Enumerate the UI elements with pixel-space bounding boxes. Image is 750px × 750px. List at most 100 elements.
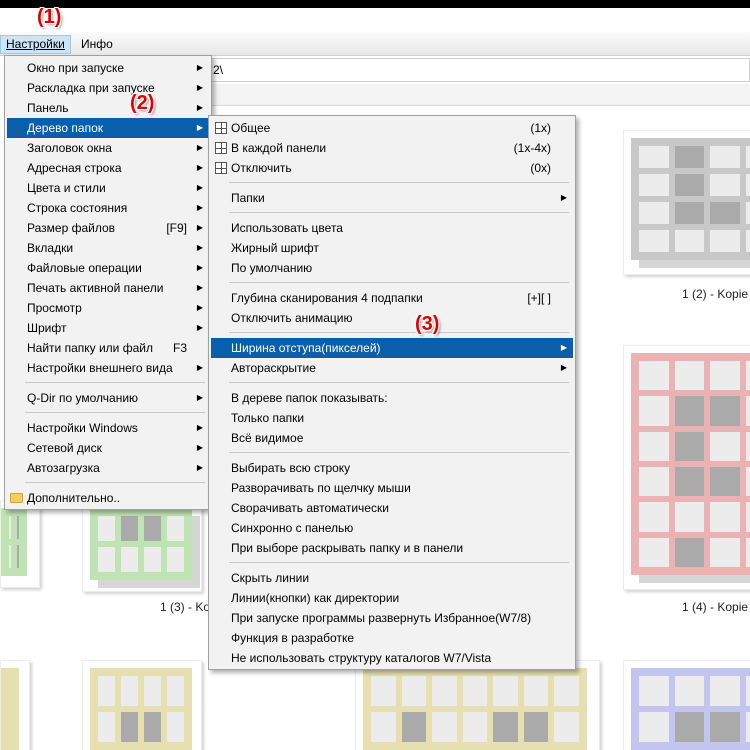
folder-tree-submenu: Общее (1x) В каждой панели (1x-4x) Отключи… — [208, 115, 576, 670]
menu-separator — [25, 412, 205, 413]
menu-item-autostart[interactable]: Автозагрузка ▶ — [7, 458, 209, 478]
menu-item-tree-general[interactable]: Общее (1x) — [211, 118, 573, 138]
menu-item-default[interactable]: По умолчанию — [211, 258, 573, 278]
menu-item-advanced[interactable]: Дополнительно.. — [7, 488, 209, 508]
menu-item-panel[interactable]: Панель ▶ — [7, 98, 209, 118]
menu-item-windows-settings[interactable]: Настройки Windows ▶ — [7, 418, 209, 438]
chevron-right-icon: ▶ — [196, 163, 203, 172]
menu-separator — [229, 562, 569, 563]
menu-separator — [25, 482, 205, 483]
menu-separator — [229, 182, 569, 183]
menu-item-all-visible[interactable]: Всё видимое — [211, 428, 573, 448]
menu-item-expand-in-panel[interactable]: При выборе раскрывать папку и в панели — [211, 538, 573, 558]
chevron-right-icon: ▶ — [196, 203, 203, 212]
menu-item-folders-only[interactable]: Только папки — [211, 408, 573, 428]
tree-panel-icon — [215, 142, 227, 154]
panel-toolbar — [200, 84, 750, 106]
chevron-right-icon: ▶ — [196, 283, 203, 292]
menu-item-expand-favorites[interactable]: При запуске программы развернуть Избранн… — [211, 608, 573, 628]
menu-info[interactable]: Инфо — [76, 35, 118, 54]
address-text: 2\ — [213, 63, 224, 77]
menu-item-address-bar[interactable]: Адресная строка ▶ — [7, 158, 209, 178]
menu-item-select-full-row[interactable]: Выбирать всю строку — [211, 458, 573, 478]
menu-item-disable-animation[interactable]: Отключить анимацию — [211, 308, 573, 328]
chevron-right-icon: ▶ — [196, 443, 203, 452]
chevron-right-icon: ▶ — [196, 223, 203, 232]
menu-item-indent-width[interactable]: Ширина отступа(пикселей) ▶ — [211, 338, 573, 358]
menu-item-appearance[interactable]: Настройки внешнего вида ▶ — [7, 358, 209, 378]
menu-item-startup-window[interactable]: Окно при запуске ▶ — [7, 58, 209, 78]
thumbnail-tile[interactable] — [0, 660, 30, 750]
chevron-right-icon: ▶ — [196, 103, 203, 112]
chevron-right-icon: ▶ — [196, 123, 203, 132]
thumbnail-tile[interactable] — [623, 345, 750, 590]
menu-item-file-size[interactable]: Размер файлов [F9] ▶ — [7, 218, 209, 238]
menu-item-find[interactable]: Найти папку или файл F3 — [7, 338, 209, 358]
menu-item-qdir-default[interactable]: Q-Dir по умолчанию ▶ — [7, 388, 209, 408]
menu-item-in-development[interactable]: Функция в разработке — [211, 628, 573, 648]
menu-item-tree-show-heading: В дереве папок показывать: — [231, 391, 388, 405]
menu-item-auto-collapse[interactable]: Сворачивать автоматически — [211, 498, 573, 518]
tree-panel-icon — [215, 122, 227, 134]
chevron-right-icon: ▶ — [196, 243, 203, 252]
menu-item-status-bar[interactable]: Строка состояния ▶ — [7, 198, 209, 218]
thumbnail-image — [363, 668, 595, 750]
menu-item-colors-styles[interactable]: Цвета и стили ▶ — [7, 178, 209, 198]
menu-item-font[interactable]: Шрифт ▶ — [7, 318, 209, 338]
menu-item-scan-depth[interactable]: Глубина сканирования 4 подпапки [+][ ] — [211, 288, 573, 308]
thumbnail-caption: 1 (2) - Kopie — [682, 287, 749, 301]
chevron-right-icon: ▶ — [560, 363, 567, 372]
settings-menu: Окно при запуске ▶ Раскладка при запуске ▶… — [4, 55, 212, 510]
chevron-right-icon: ▶ — [196, 143, 203, 152]
menu-item-network-drive[interactable]: Сетевой диск ▶ — [7, 438, 209, 458]
thumbnail-image — [90, 668, 200, 750]
menu-item-view[interactable]: Просмотр ▶ — [7, 298, 209, 318]
menu-item-folders[interactable]: Папки ▶ — [211, 188, 573, 208]
menu-item-no-w7-structure[interactable]: Не использовать структуру каталогов W7/V… — [211, 648, 573, 668]
menu-item-tree-disable[interactable]: Отключить (0x) — [211, 158, 573, 178]
thumbnail-caption: 1 (3) - Ko — [160, 600, 211, 614]
shortcut-label: [F9] — [166, 221, 187, 235]
tree-panel-icon — [215, 162, 227, 174]
menu-item-print-panel[interactable]: Печать активной панели ▶ — [7, 278, 209, 298]
menu-item-file-operations[interactable]: Файловые операции ▶ — [7, 258, 209, 278]
menu-item-tabs[interactable]: Вкладки ▶ — [7, 238, 209, 258]
menu-item-folder-tree[interactable]: Дерево папок ▶ — [7, 118, 209, 138]
menu-item-lines-as-dirs[interactable]: Линии(кнопки) как директории — [211, 588, 573, 608]
chevron-right-icon: ▶ — [196, 63, 203, 72]
thumbnail-tile[interactable] — [623, 660, 750, 750]
chevron-right-icon: ▶ — [196, 303, 203, 312]
menu-item-startup-layout[interactable]: Раскладка при запуске ▶ — [7, 78, 209, 98]
thumbnail-image — [1, 668, 27, 750]
thumbnail-tile[interactable] — [0, 500, 40, 588]
chevron-right-icon: ▶ — [196, 263, 203, 272]
thumbnail-image — [631, 668, 750, 750]
menu-item-window-title[interactable]: Заголовок окна ▶ — [7, 138, 209, 158]
shortcut-label: (0x) — [530, 161, 551, 175]
thumbnail-tile[interactable] — [82, 500, 202, 592]
shortcut-label: F3 — [172, 341, 187, 355]
menu-item-tree-each-panel[interactable]: В каждой панели (1x-4x) — [211, 138, 573, 158]
menu-settings-label: Настройки — [6, 37, 65, 51]
address-bar[interactable]: 2\ — [200, 58, 750, 82]
menu-item-sync-panel[interactable]: Синхронно с панелью — [211, 518, 573, 538]
menu-separator — [229, 212, 569, 213]
menu-item-hide-lines[interactable]: Скрыть линии — [211, 568, 573, 588]
menu-separator — [229, 452, 569, 453]
menu-item-expand-on-click[interactable]: Разворачивать по щелчку мыши — [211, 478, 573, 498]
thumbnail-tile[interactable] — [82, 660, 202, 750]
thumbnail-image — [1, 508, 35, 584]
step-annotation-3: (3) — [415, 313, 440, 335]
menu-item-bold-font[interactable]: Жирный шрифт — [211, 238, 573, 258]
top-strip — [0, 0, 750, 8]
menu-item-autoexpand[interactable]: Автораскрытие ▶ — [211, 358, 573, 378]
menu-info-label: Инфо — [81, 37, 113, 51]
menu-settings[interactable]: Настройки — [0, 35, 71, 54]
step-annotation-1: (1) — [37, 6, 62, 28]
menu-item-use-colors[interactable]: Использовать цвета — [211, 218, 573, 238]
chevron-right-icon: ▶ — [196, 393, 203, 402]
menu-separator — [229, 382, 569, 383]
thumbnail-tile[interactable] — [623, 130, 750, 275]
thumbnail-tile[interactable] — [355, 660, 600, 750]
chevron-right-icon: ▶ — [196, 323, 203, 332]
